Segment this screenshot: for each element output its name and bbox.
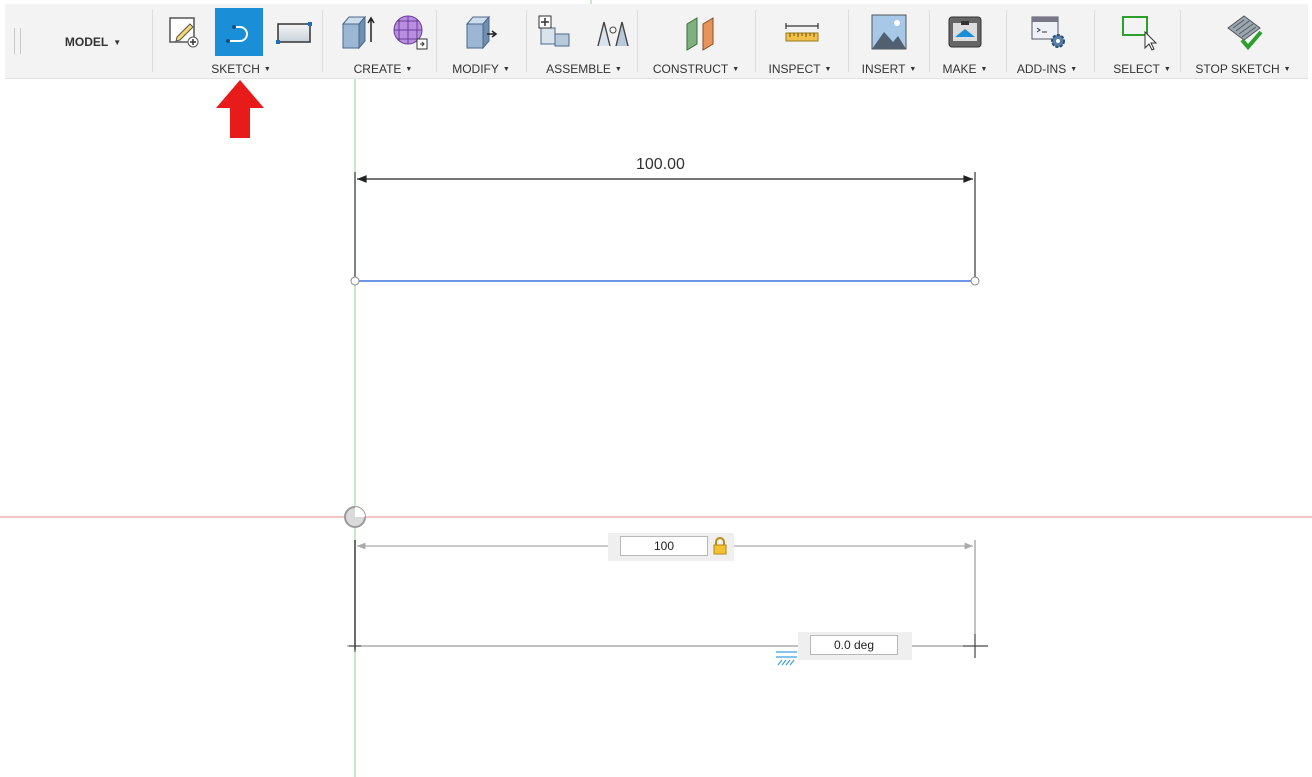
separator <box>526 10 527 72</box>
printer-icon <box>948 16 982 48</box>
menu-modify[interactable]: MODIFY ▼ <box>452 61 510 77</box>
toolbar-grip[interactable] <box>14 28 21 54</box>
menu-add-ins[interactable]: ADD-INS ▼ <box>1017 61 1077 77</box>
crosshair-icon <box>963 634 988 658</box>
joint-button[interactable] <box>590 8 638 56</box>
stop-sketch-button[interactable] <box>1220 8 1268 56</box>
lock-icon[interactable] <box>712 537 728 555</box>
menu-add-ins-label: ADD-INS <box>1016 62 1067 76</box>
image-icon <box>871 14 907 50</box>
3d-print-button[interactable] <box>941 8 989 56</box>
menu-sketch[interactable]: SKETCH ▼ <box>211 61 271 77</box>
sketch-canvas[interactable] <box>0 0 1312 777</box>
menu-inspect-label: INSPECT <box>768 62 821 76</box>
workspace-dropdown[interactable]: MODEL ▼ <box>33 32 153 52</box>
menu-create-label: CREATE <box>353 62 402 76</box>
separator <box>1006 10 1007 72</box>
menu-modify-label: MODIFY <box>452 62 499 76</box>
separator <box>848 10 849 72</box>
horizontal-constraint-icon <box>776 651 797 666</box>
separator <box>1094 10 1095 72</box>
chevron-down-icon: ▼ <box>614 65 622 73</box>
line-start-point[interactable] <box>350 276 360 286</box>
insert-image-button[interactable] <box>865 8 913 56</box>
menu-construct-label: CONSTRUCT <box>652 62 729 76</box>
menu-select[interactable]: SELECT ▼ <box>1113 61 1171 77</box>
separator <box>755 10 756 72</box>
measure-button[interactable] <box>778 8 826 56</box>
menu-sketch-label: SKETCH <box>211 62 260 76</box>
origin-icon[interactable] <box>344 506 366 528</box>
dimension-value-label[interactable]: 100.00 <box>636 156 685 174</box>
angle-input[interactable]: 0.0 deg <box>810 635 898 655</box>
menu-assemble-label: ASSEMBLE <box>546 62 611 76</box>
finish-sketch-icon <box>1227 15 1263 51</box>
ruler-icon <box>785 23 819 42</box>
menu-make[interactable]: MAKE ▼ <box>943 61 988 77</box>
separator <box>637 10 638 72</box>
separator <box>152 10 153 72</box>
chevron-down-icon: ▼ <box>1283 65 1291 73</box>
line-arc-icon <box>226 25 248 43</box>
chevron-down-icon: ▼ <box>732 65 740 73</box>
chevron-down-icon: ▼ <box>1070 65 1078 73</box>
press-pull-button[interactable] <box>457 8 505 56</box>
menu-stop-sketch[interactable]: STOP SKETCH ▼ <box>1195 61 1290 77</box>
script-gear-icon <box>1031 16 1065 48</box>
menu-make-label: MAKE <box>942 62 977 76</box>
start-cross-icon <box>349 640 361 652</box>
menu-construct[interactable]: CONSTRUCT ▼ <box>653 61 739 77</box>
offset-plane-icon <box>686 17 714 51</box>
menu-create[interactable]: CREATE ▼ <box>354 61 413 77</box>
form-icon <box>393 15 428 50</box>
menu-assemble[interactable]: ASSEMBLE ▼ <box>546 61 622 77</box>
chevron-down-icon: ▼ <box>824 65 832 73</box>
menu-insert-label: INSERT <box>861 62 906 76</box>
extrude-icon <box>341 15 375 50</box>
menu-insert[interactable]: INSERT ▼ <box>862 61 917 77</box>
menu-inspect[interactable]: INSPECT ▼ <box>769 61 832 77</box>
select-icon <box>1122 16 1158 51</box>
press-pull-icon <box>465 15 498 50</box>
toolbar: MODEL ▼ SKETCH ▼ CREATE ▼ MODIFY ▼ ASSEM… <box>5 4 1308 79</box>
menu-stop-sketch-label: STOP SKETCH <box>1195 62 1280 76</box>
create-sketch-icon <box>169 17 199 48</box>
annotation-arrow-icon <box>216 80 264 138</box>
chevron-down-icon: ▼ <box>502 65 510 73</box>
separator <box>1180 10 1181 72</box>
rectangle-tool-button[interactable] <box>270 8 318 56</box>
workspace-label: MODEL <box>64 35 109 49</box>
chevron-down-icon: ▼ <box>263 65 271 73</box>
menu-select-label: SELECT <box>1113 62 1160 76</box>
chevron-down-icon: ▼ <box>980 65 988 73</box>
offset-plane-button[interactable] <box>677 8 725 56</box>
new-component-button[interactable] <box>531 8 579 56</box>
scripts-addins-button[interactable] <box>1024 8 1072 56</box>
line-end-point[interactable] <box>970 276 980 286</box>
chevron-down-icon: ▼ <box>909 65 917 73</box>
extrude-button[interactable] <box>333 8 381 56</box>
chevron-down-icon: ▼ <box>113 37 122 47</box>
separator <box>929 10 930 72</box>
select-button[interactable] <box>1115 8 1163 56</box>
separator <box>322 10 323 72</box>
chevron-down-icon: ▼ <box>1163 65 1171 73</box>
length-input[interactable]: 100 <box>620 536 708 556</box>
rectangle-icon <box>276 22 312 44</box>
chevron-down-icon: ▼ <box>405 65 413 73</box>
separator <box>436 10 437 72</box>
joint-icon <box>597 21 629 47</box>
form-button[interactable] <box>386 8 434 56</box>
line-tool-button[interactable] <box>215 8 263 56</box>
create-sketch-button[interactable] <box>160 8 208 56</box>
new-component-icon <box>538 15 570 47</box>
